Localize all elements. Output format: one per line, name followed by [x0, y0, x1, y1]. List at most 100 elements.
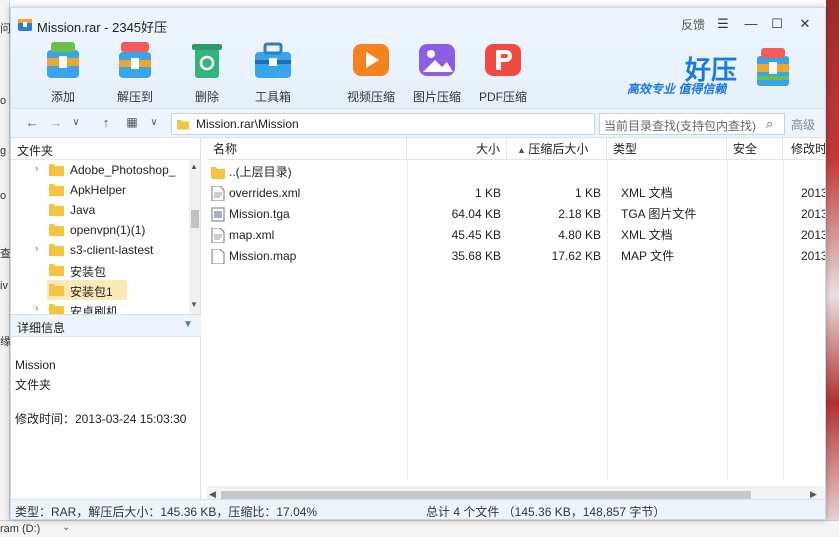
- drive-label: ram (D:): [0, 523, 41, 535]
- status-bar: 类型：RAR，解压后大小：145.36 KB，压缩比：17.04% 总计 4 个…: [11, 499, 825, 519]
- video-compress-button[interactable]: 视频压缩: [341, 38, 401, 105]
- folder-icon: [49, 264, 64, 276]
- expand-arrow-icon[interactable]: ›: [35, 303, 38, 314]
- file-name: map.xml: [229, 228, 275, 242]
- bg-text: 问: [0, 23, 10, 35]
- search-icon[interactable]: ⌕: [766, 116, 773, 132]
- folder-icon: [49, 224, 64, 236]
- recycle-icon: [192, 44, 222, 78]
- tree-item[interactable]: › Adobe_Photoshop_: [11, 160, 189, 180]
- tree-item-selected[interactable]: 安装包1: [47, 280, 127, 300]
- toolbox-button[interactable]: 工具箱: [243, 38, 303, 105]
- history-chevron-icon[interactable]: ∨: [67, 117, 85, 128]
- bg-text: 缘: [0, 336, 10, 348]
- file-size: 45.45 KB: [451, 228, 501, 242]
- details-header[interactable]: 详细信息 ▼: [11, 315, 201, 337]
- list-row-parent[interactable]: ..(上层目录): [207, 162, 825, 183]
- bg-text: iv: [0, 280, 8, 292]
- tree-item-label: openvpn(1)(1): [70, 223, 146, 237]
- column-header-packed-label: 压缩后大小: [528, 142, 589, 156]
- file-packed-size: 1 KB: [574, 186, 601, 200]
- folder-tree-title: 文件夹: [17, 144, 54, 158]
- search-placeholder: 当前目录查找(支持包内查找): [604, 119, 756, 133]
- maximize-button[interactable]: ☐: [765, 14, 789, 34]
- video-compress-icon: [353, 44, 389, 76]
- file-total: 总计 4 个文件 （145.36 KB，148,857 字节）: [426, 505, 666, 519]
- folder-tree-header: 文件夹: [11, 138, 200, 160]
- column-header-packed[interactable]: ▲ 压缩后大小: [507, 138, 607, 160]
- background-wallpaper: [826, 0, 839, 537]
- list-row[interactable]: Mission.tga 64.04 KB 2.18 KB TGA 图片文件 20…: [207, 204, 825, 225]
- add-button[interactable]: 添加: [33, 38, 93, 105]
- tree-item[interactable]: openvpn(1)(1): [11, 220, 189, 240]
- add-archive-icon: [47, 42, 79, 78]
- list-row[interactable]: map.xml 45.45 KB 4.80 KB XML 文档 2013-: [207, 225, 825, 246]
- archive-logo-icon: [757, 48, 789, 86]
- image-compress-button[interactable]: 图片压缩: [407, 38, 467, 105]
- column-header-size[interactable]: 大小: [407, 138, 507, 160]
- expand-arrow-icon[interactable]: ›: [35, 163, 38, 174]
- expand-arrow-icon[interactable]: ›: [35, 243, 38, 254]
- extract-button[interactable]: 解压到: [105, 38, 165, 105]
- image-file-icon: [211, 207, 225, 222]
- extract-button-label: 解压到: [116, 90, 153, 104]
- file-type: XML 文档: [621, 228, 673, 242]
- scrollbar-thumb[interactable]: [221, 491, 751, 499]
- menu-icon[interactable]: ☰: [711, 14, 735, 34]
- close-button[interactable]: ✕: [793, 14, 817, 34]
- tree-item-label: 安卓刷机: [70, 305, 119, 314]
- file-packed-size: 2.18 KB: [558, 207, 601, 221]
- scroll-down-icon[interactable]: ▼: [190, 300, 198, 309]
- generic-file-icon: [211, 249, 225, 264]
- list-row[interactable]: Mission.map 35.68 KB 17.62 KB MAP 文件 201…: [207, 246, 825, 267]
- details-title: 详细信息: [17, 321, 66, 335]
- folder-icon: [49, 304, 64, 314]
- scroll-up-icon[interactable]: ▲: [190, 162, 198, 171]
- bg-text: o: [0, 95, 7, 107]
- file-type: TGA 图片文件: [621, 207, 697, 221]
- list-row[interactable]: overrides.xml 1 KB 1 KB XML 文档 2013-: [207, 183, 825, 204]
- pdf-compress-button[interactable]: PDF压缩: [473, 38, 533, 105]
- file-size: 64.04 KB: [451, 207, 501, 221]
- sort-up-icon: ▲: [517, 145, 529, 155]
- toolbox-button-label: 工具箱: [254, 90, 291, 104]
- up-arrow-icon[interactable]: ↑: [97, 115, 115, 130]
- tree-scrollbar[interactable]: ▲ ▼: [189, 160, 200, 314]
- path-text: Mission.rar\Mission: [196, 117, 299, 131]
- advanced-search-button[interactable]: 高级: [791, 116, 815, 133]
- tree-item[interactable]: 安装包: [11, 260, 189, 280]
- path-input[interactable]: Mission.rar\Mission: [171, 113, 595, 135]
- feedback-link[interactable]: 反馈: [681, 16, 705, 33]
- tree-item[interactable]: › 安卓刷机: [11, 300, 189, 314]
- tree-item[interactable]: ApkHelper: [11, 180, 189, 200]
- image-compress-label: 图片压缩: [412, 90, 461, 104]
- file-modified: 2013-: [801, 186, 825, 200]
- title-toolbar-area: Mission.rar - 2345好压 反馈 ☰ — ☐ ✕ 添加 解压到 删…: [11, 8, 825, 108]
- column-header-type[interactable]: 类型: [607, 138, 727, 160]
- search-input[interactable]: 当前目录查找(支持包内查找) ⌕: [599, 113, 785, 135]
- delete-button[interactable]: 删除: [177, 38, 237, 105]
- details-type: 文件夹: [15, 378, 52, 392]
- back-arrow-icon[interactable]: ←: [23, 115, 41, 130]
- column-header-modified[interactable]: 修改时: [783, 138, 825, 160]
- file-list: 名称 大小 ▲ 压缩后大小 类型 安全 修改时 ..(上层目录) overrid…: [207, 138, 825, 504]
- details-modified: 修改时间：2013-03-24 15:03:30: [15, 412, 187, 426]
- forward-arrow-icon[interactable]: →: [47, 115, 65, 130]
- tree-item[interactable]: Java: [11, 200, 189, 220]
- tree-item[interactable]: › s3-client-lastest: [11, 240, 189, 260]
- collapse-chevron-icon[interactable]: ▼: [183, 319, 193, 330]
- column-header-name[interactable]: 名称: [207, 138, 407, 160]
- scrollbar-thumb[interactable]: [191, 210, 199, 228]
- column-header-security[interactable]: 安全: [727, 138, 783, 160]
- xml-file-icon: [211, 186, 225, 201]
- archive-info: 类型：RAR，解压后大小：145.36 KB，压缩比：17.04%: [15, 505, 318, 519]
- file-name: Mission.tga: [229, 207, 290, 221]
- minimize-button[interactable]: —: [739, 14, 763, 34]
- image-compress-icon: [419, 44, 455, 76]
- view-chevron-icon[interactable]: ∨: [145, 117, 163, 128]
- folder-icon: [49, 244, 64, 256]
- folder-up-icon: [211, 167, 225, 179]
- file-name: overrides.xml: [229, 186, 301, 200]
- view-mode-icon[interactable]: ▦: [123, 115, 141, 129]
- background-taskbar-strip: ram (D:) ⌄: [0, 520, 839, 537]
